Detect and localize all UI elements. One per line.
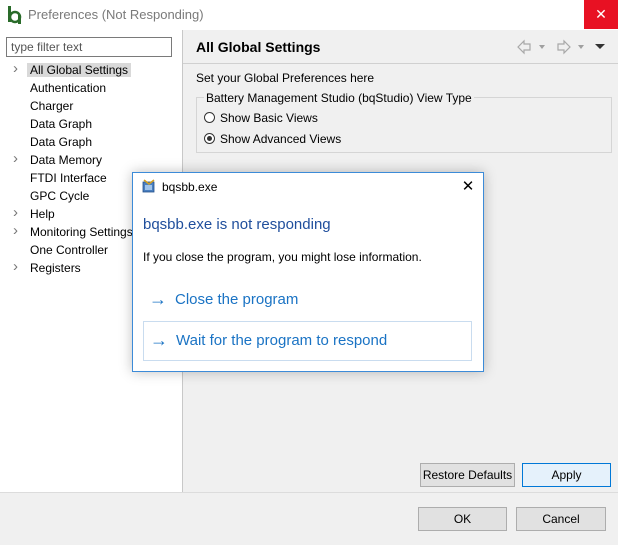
view-menu-icon[interactable] [595, 44, 605, 49]
tree-item-label: Registers [30, 261, 81, 275]
tree-item[interactable]: Charger [0, 98, 182, 116]
dialog-message: If you close the program, you might lose… [143, 250, 422, 264]
page-title: All Global Settings [196, 39, 321, 55]
header-separator [183, 63, 618, 64]
close-program-label: Close the program [175, 291, 299, 308]
right-arrow-icon: → [149, 289, 167, 309]
filter-input[interactable] [6, 37, 172, 57]
tree-item-label: All Global Settings [27, 63, 132, 77]
window-title: Preferences (Not Responding) [28, 7, 204, 22]
tree-item-label: Help [30, 207, 55, 221]
restore-defaults-button[interactable]: Restore Defaults [420, 463, 515, 487]
expand-chevron-icon[interactable]: › [13, 258, 18, 275]
tree-item-label: Data Graph [30, 117, 93, 131]
expand-chevron-icon[interactable]: › [13, 60, 18, 77]
tree-item[interactable]: Authentication [0, 80, 182, 98]
tree-item-label: Data Graph [30, 135, 93, 149]
page-description: Set your Global Preferences here [196, 71, 375, 85]
dialog-heading: bqsbb.exe is not responding [143, 216, 331, 233]
show-basic-views-radio[interactable] [204, 112, 215, 123]
tree-item[interactable]: › All Global Settings [0, 60, 182, 80]
tree-item-label: FTDI Interface [30, 171, 107, 185]
ok-button[interactable]: OK [418, 507, 507, 531]
tree-item-label: Authentication [30, 81, 107, 95]
tree-item-label: Data Memory [30, 153, 103, 167]
expand-chevron-icon[interactable]: › [13, 150, 18, 167]
tree-item[interactable]: › Data Memory [0, 150, 182, 170]
close-program-option[interactable]: → Close the program [143, 281, 472, 321]
expand-chevron-icon[interactable]: › [13, 222, 18, 239]
tree-item[interactable]: Data Graph [0, 134, 182, 152]
dialog-close-button[interactable]: ✕ [460, 177, 476, 195]
back-arrow-icon[interactable] [517, 39, 545, 55]
tree-item-label: GPC Cycle [30, 189, 90, 203]
dialog-title: bqsbb.exe [162, 180, 218, 194]
apply-button[interactable]: Apply [522, 463, 611, 487]
window-close-button[interactable]: ✕ [584, 0, 618, 29]
view-type-group-label: Battery Management Studio (bqStudio) Vie… [204, 91, 474, 105]
show-basic-views-label[interactable]: Show Basic Views [220, 111, 318, 125]
forward-arrow-icon[interactable] [557, 39, 584, 55]
exe-program-icon [142, 179, 155, 193]
wait-program-label: Wait for the program to respond [176, 332, 388, 349]
tree-item[interactable]: Data Graph [0, 116, 182, 134]
tree-item-label: Charger [30, 99, 74, 113]
footer-separator [0, 492, 618, 493]
right-arrow-icon: → [150, 330, 168, 350]
bq-app-icon [8, 6, 22, 24]
show-advanced-views-label[interactable]: Show Advanced Views [220, 132, 341, 146]
tree-item-label: Monitoring Settings [30, 225, 133, 239]
page-navigation [517, 39, 605, 55]
expand-chevron-icon[interactable]: › [13, 204, 18, 221]
wait-program-option[interactable]: → Wait for the program to respond [143, 321, 472, 361]
tree-item-label: One Controller [30, 243, 109, 257]
cancel-button[interactable]: Cancel [516, 507, 606, 531]
show-advanced-views-radio[interactable] [204, 133, 215, 144]
